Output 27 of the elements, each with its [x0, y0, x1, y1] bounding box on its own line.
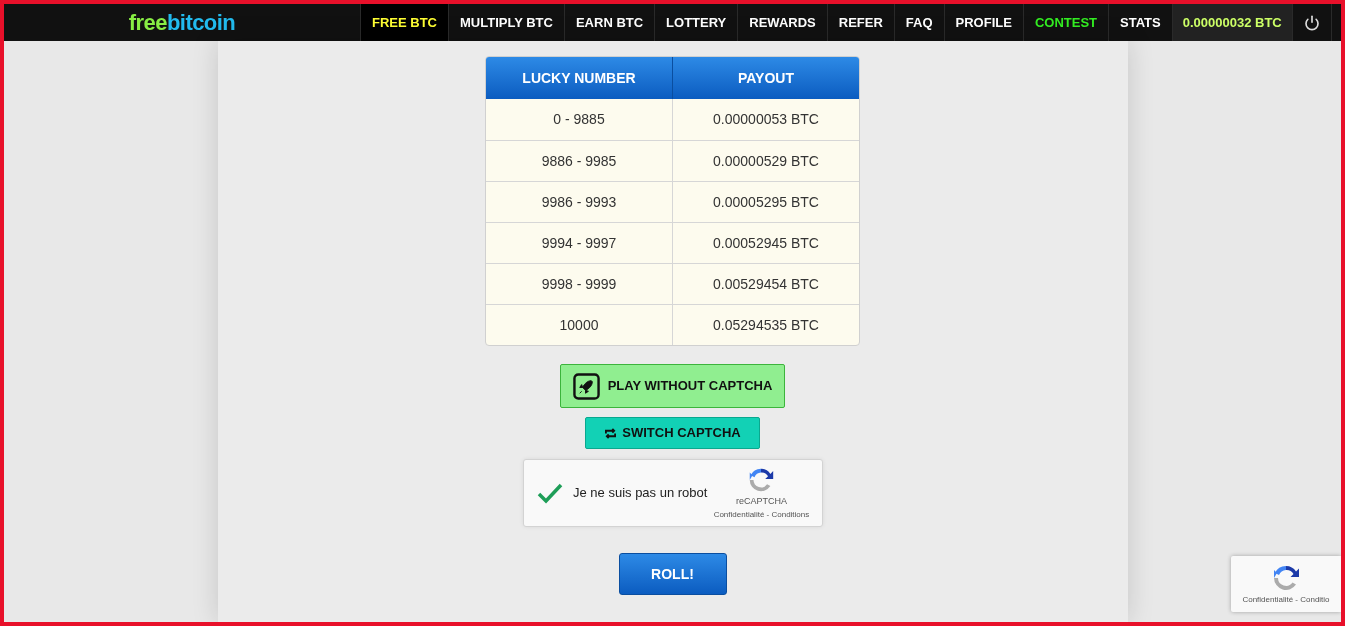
recaptcha-badge-links[interactable]: Confidentialité - Conditio	[1242, 594, 1330, 606]
table-cell: 0.00000053 BTC	[672, 99, 859, 140]
power-icon[interactable]	[1291, 4, 1332, 41]
table-cell-text: 9886 - 9985	[540, 151, 618, 171]
refresh-icon	[604, 427, 618, 439]
column-header: PAYOUT	[672, 57, 859, 99]
table-cell: 0.00529454 BTC	[672, 264, 859, 304]
table-cell: 0.00000529 BTC	[672, 141, 859, 181]
roll-button[interactable]: ROLL!	[618, 553, 727, 595]
table-cell-text: 9998 - 9999	[540, 274, 618, 294]
table-cell-text: 9986 - 9993	[540, 192, 618, 212]
nav-tab[interactable]: FREE BTC	[360, 4, 448, 41]
balance: 0.00000032 BTC	[1171, 4, 1292, 41]
table-cell-text: 9994 - 9997	[540, 233, 618, 253]
recaptcha-links[interactable]: Confidentialité - Conditions	[713, 508, 810, 521]
logo[interactable]: freebitcoin	[128, 6, 236, 39]
recaptcha-brand: reCAPTCHA	[735, 495, 787, 509]
table-cell: 0.00005295 BTC	[672, 182, 859, 222]
column-header: LUCKY NUMBER	[521, 68, 637, 88]
robot-checkbox-label: Je ne suis pas un robot	[573, 484, 708, 503]
table-cell-text: 10000	[558, 315, 600, 335]
switch-captcha-button[interactable]: SWITCH CAPTCHA	[585, 417, 760, 449]
table-cell: 0.00052945 BTC	[672, 223, 859, 263]
table-cell: 0.05294535 BTC	[672, 305, 859, 345]
play-without-captcha-button[interactable]: PLAY WITHOUT CAPTCHA	[559, 364, 786, 408]
rocket-icon	[572, 372, 600, 400]
table-cell-text: 0 - 9885	[552, 110, 606, 129]
